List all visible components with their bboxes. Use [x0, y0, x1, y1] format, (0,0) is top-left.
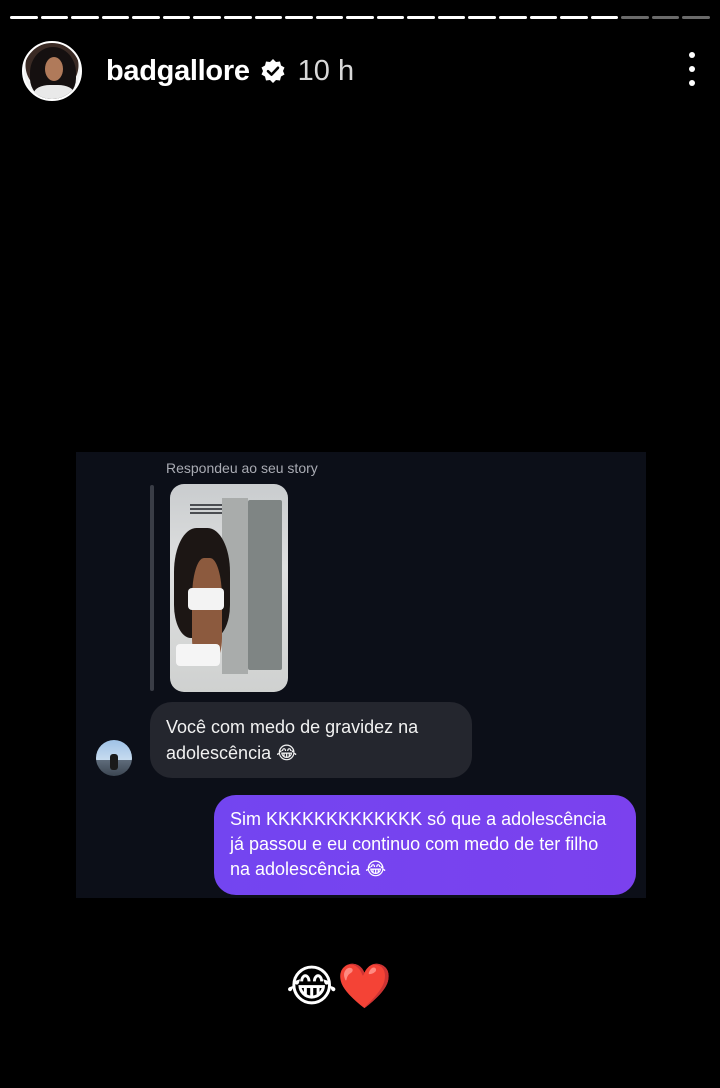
progress-segment: [40, 16, 69, 19]
verified-badge-icon: [260, 58, 286, 84]
progress-segment: [132, 16, 160, 19]
incoming-message-bubble: Você com medo de gravidez na adolescênci…: [150, 702, 472, 778]
post-time: 10 h: [297, 54, 355, 87]
progress-segment: [315, 16, 344, 19]
progress-segment: [437, 16, 466, 19]
story-thumbnail[interactable]: [170, 484, 288, 692]
profile-avatar[interactable]: [22, 41, 82, 101]
outgoing-message-bubble: Sim KKKKKKKKKKKKK só que a adolescência …: [214, 795, 636, 895]
progress-segment: [590, 16, 619, 19]
progress-segment: [407, 16, 435, 19]
progress-segment: [529, 16, 558, 19]
progress-segment: [285, 16, 313, 19]
progress-segment: [499, 16, 527, 19]
replied-to-story-label: Respondeu ao seu story: [166, 460, 318, 476]
progress-segment: [101, 16, 130, 19]
progress-segment: [560, 16, 588, 19]
progress-segment: [162, 16, 191, 19]
progress-segment: [468, 16, 496, 19]
username[interactable]: badgallore: [106, 55, 250, 88]
progress-segment: [651, 16, 680, 19]
reply-quote-bar: [150, 485, 154, 691]
sender-avatar: [96, 740, 132, 776]
emoji-sticker: 😂❤️: [286, 962, 393, 1011]
progress-segment: [254, 16, 283, 19]
progress-segment: [376, 16, 405, 19]
more-vertical-icon[interactable]: [686, 52, 698, 86]
progress-segment: [682, 16, 710, 19]
progress-segment: [10, 16, 38, 19]
progress-segment: [223, 16, 252, 19]
story-header: badgallore 10 h: [22, 40, 698, 102]
progress-segment: [71, 16, 99, 19]
progress-segment: [193, 16, 221, 19]
progress-segment: [346, 16, 374, 19]
dm-screenshot-panel: Respondeu ao seu story Você com medo de …: [76, 452, 646, 898]
story-progress-bar: [10, 16, 710, 22]
progress-segment: [621, 16, 649, 19]
